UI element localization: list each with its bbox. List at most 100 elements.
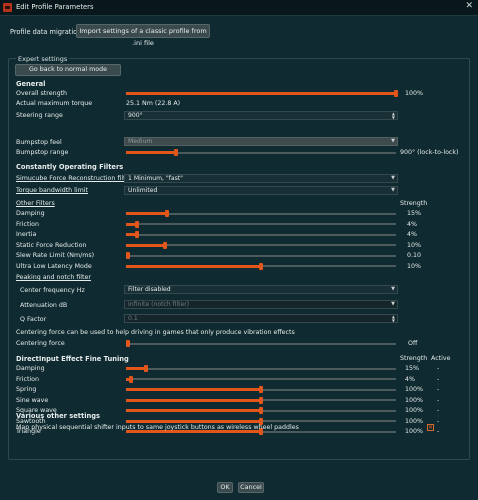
slider-handle[interactable] [259,407,263,414]
migration-label: Profile data migration: [10,28,84,36]
slider-handle[interactable] [126,252,130,259]
bumpstop-range-value: 900° (lock-to-lock) [400,149,459,156]
spin-arrows-icon[interactable]: ▲ ▼ [392,315,395,323]
effect-sine-wave-slider[interactable] [126,396,396,404]
centering-force-slider[interactable] [126,340,396,347]
effect-friction-slider[interactable] [126,375,396,383]
reconstruction-filter-label[interactable]: Simucube Force Reconstruction filter*** [16,175,141,182]
torque-bandwidth-value: Unlimited [128,187,158,194]
effect-friction-active: - [437,375,440,383]
attenuation-value: Infinite (notch filter) [128,301,190,308]
filter-damping-slider[interactable] [126,210,396,217]
center-frequency-select[interactable]: Filter disabled ▼ [124,285,398,294]
effect-square-wave-active: - [437,407,440,414]
di-active-header: Active [431,355,451,362]
expert-settings-title: Expert settings [16,55,70,63]
effect-square-wave-value: 100% [405,407,424,414]
slider-handle[interactable] [173,149,178,156]
effect-damping-label: Damping [16,365,45,372]
filter-damping-label: Damping [16,210,45,217]
filter-slew-rate-limit-nm-ms-slider[interactable] [126,252,396,259]
ok-button[interactable]: OK [217,482,233,493]
filter-slew-rate-limit-nm-ms-value: 0.10 [407,252,422,259]
torque-bandwidth-select[interactable]: Unlimited ▼ [124,186,398,195]
torque-bandwidth-label[interactable]: Torque bandwidth limit [16,187,88,194]
peaking-notch-label[interactable]: Peaking and notch filter [16,274,91,281]
effect-sine-wave-label: Sine wave [16,396,49,404]
slider-handle[interactable] [134,220,139,228]
centering-force-label: Centering force [16,340,65,347]
centering-force-value: Off [408,340,418,347]
bumpstop-range-slider[interactable] [126,149,396,156]
slider-handle[interactable] [164,210,169,217]
slider-handle[interactable] [259,386,263,393]
slider-handle[interactable] [259,262,263,270]
close-icon[interactable]: ✕ [465,1,473,11]
effect-sawtooth-active: - [437,417,440,425]
filters-strength-header: Strength [400,200,428,207]
chevron-down-icon: ▼ [391,175,395,181]
filter-ultra-low-latency-mode-value: 10% [407,262,421,270]
window-title: Edit Profile Parameters [16,3,94,11]
filter-ultra-low-latency-mode-slider[interactable] [126,262,396,270]
steering-range-spinbox[interactable]: 900° ▲ ▼ [124,111,398,120]
effect-damping-active: - [437,365,440,372]
chevron-down-icon: ▼ [391,138,395,144]
effect-spring-active: - [437,386,440,393]
slider-handle[interactable] [129,375,134,383]
import-ini-button[interactable]: Import settings of a classic profile fro… [76,24,210,47]
slider-handle[interactable] [163,241,168,249]
app-icon [3,3,12,12]
reconstruction-filter-value: 1 Minimum, "fast" [128,175,183,182]
centering-note: Centering force can be used to help driv… [16,329,295,336]
filter-friction-value: 4% [407,220,417,228]
spin-arrows-icon[interactable]: ▲ ▼ [392,112,395,120]
filter-inertia-slider[interactable] [126,231,396,238]
cancel-button[interactable]: Cancel [238,482,264,493]
filter-static-force-reduction-slider[interactable] [126,241,396,249]
effect-sawtooth-value: 100% [405,417,424,425]
effect-sine-wave-active: - [437,396,440,404]
center-frequency-value: Filter disabled [128,286,171,293]
actual-torque-value: 25.1 Nm (22.8 A) [126,100,181,107]
slider-handle[interactable] [144,365,149,372]
filter-friction-label: Friction [16,220,40,228]
effect-spring-slider[interactable] [126,386,396,393]
effect-square-wave-slider[interactable] [126,407,396,414]
center-frequency-label: Center frequency Hz [20,287,85,294]
shifter-mapping-checkbox[interactable]: ✕ [427,424,434,431]
slider-handle[interactable] [259,396,263,404]
overall-strength-label: Overall strength [16,90,68,97]
filter-inertia-label: Inertia [16,231,37,238]
filter-friction-slider[interactable] [126,220,396,228]
slider-handle[interactable] [394,90,398,97]
q-factor-label: Q Factor [20,316,47,323]
slider-handle[interactable] [134,231,139,238]
effect-damping-slider[interactable] [126,365,396,372]
shifter-mapping-label: Map physical sequential shifter inputs t… [16,424,299,431]
effect-damping-value: 15% [405,365,419,372]
slider-handle[interactable] [126,340,130,347]
q-factor-spinbox[interactable]: 0.1 ▲ ▼ [124,314,398,323]
filter-static-force-reduction-label: Static Force Reduction [16,241,87,249]
filter-damping-value: 15% [407,210,421,217]
filter-static-force-reduction-value: 10% [407,241,421,249]
effect-friction-value: 4% [405,375,415,383]
chevron-down-icon: ▼ [391,286,395,292]
bumpstop-feel-select[interactable]: Medium ▼ [124,137,398,146]
q-factor-value: 0.1 [128,315,138,322]
attenuation-select[interactable]: Infinite (notch filter) ▼ [124,300,398,309]
normal-mode-button[interactable]: Go back to normal mode [15,64,121,76]
title-bar: Edit Profile Parameters ✕ [0,0,478,16]
effect-spring-label: Spring [16,386,37,393]
steering-range-label: Steering range [16,112,63,119]
reconstruction-filter-select[interactable]: 1 Minimum, "fast" ▼ [124,174,398,183]
overall-strength-value: 100% [405,90,424,97]
other-filters-label[interactable]: Other Filters [16,200,55,207]
bumpstop-range-label: Bumpstop range [16,149,69,156]
overall-strength-slider[interactable] [126,90,398,97]
di-strength-header: Strength [400,355,428,362]
general-heading: General [16,80,46,88]
effect-sawtooth-slider[interactable] [126,417,396,425]
effect-friction-label: Friction [16,375,40,383]
